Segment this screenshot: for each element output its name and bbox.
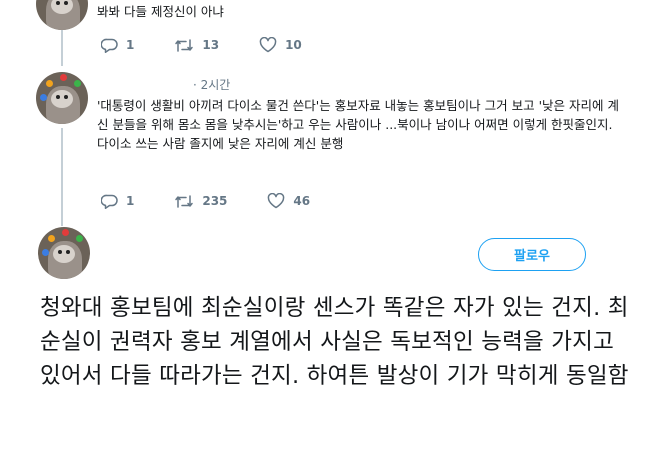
reply-icon — [101, 194, 118, 209]
retweet-icon — [175, 38, 194, 52]
thread-line-middle — [61, 128, 63, 226]
avatar[interactable] — [38, 227, 90, 279]
retweet-count: 13 — [202, 38, 220, 52]
avatar[interactable] — [36, 0, 88, 30]
retweet-button[interactable]: 235 — [174, 194, 227, 209]
timestamp[interactable]: · 2시간 — [193, 76, 230, 93]
main-tweet-text: 청와대 홍보팀에 최순실이랑 센스가 똑같은 자가 있는 건지. 최순실이 권력… — [40, 295, 629, 389]
like-count: 46 — [293, 194, 311, 208]
retweet-button[interactable]: 13 — [174, 38, 219, 53]
reply-count: 1 — [126, 38, 135, 52]
reply-count: 1 — [126, 194, 135, 208]
heart-icon — [268, 193, 285, 209]
tweet-2-text: '대통령이 생활비 아끼려 다이소 물건 쓴다'는 홍보자료 내놓는 홍보팀이나… — [97, 98, 619, 151]
avatar[interactable] — [36, 72, 88, 124]
retweet-count: 235 — [202, 194, 228, 208]
heart-icon — [259, 37, 277, 53]
like-count: 10 — [285, 38, 302, 52]
like-button[interactable]: 10 — [259, 37, 302, 53]
follow-button[interactable]: 팔로우 — [478, 238, 586, 271]
tweet-1-text: 봐봐 다들 제정신이 아냐 — [97, 4, 224, 19]
like-button[interactable]: 46 — [267, 193, 310, 209]
tweet-2-actions: 1 235 46 — [101, 193, 310, 209]
reply-icon — [101, 38, 118, 53]
reply-button[interactable]: 1 — [101, 194, 134, 209]
retweet-icon — [175, 194, 194, 208]
reply-button[interactable]: 1 — [101, 38, 134, 53]
tweet-1-actions: 1 13 10 — [101, 37, 302, 53]
